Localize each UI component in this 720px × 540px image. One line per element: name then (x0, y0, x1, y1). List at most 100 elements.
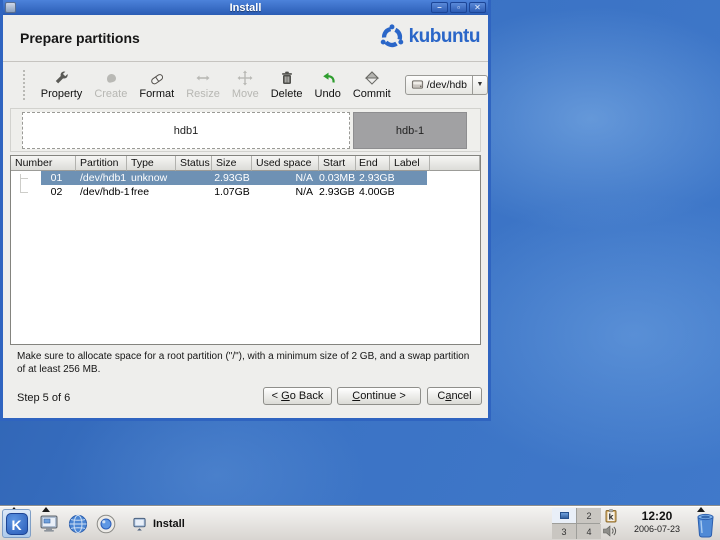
install-window: Install – ▫ ✕ Prepare partitions kubuntu… (0, 0, 491, 421)
toolbar: Property Create Format Resize Move Delet… (3, 63, 488, 106)
taskbar-task-install[interactable]: Install (126, 511, 191, 536)
globe-icon (68, 514, 87, 533)
trash-can-icon (697, 513, 714, 538)
page-title: Prepare partitions (20, 30, 140, 46)
cell-end: 2.93GB (359, 172, 395, 184)
install-task-icon (133, 517, 146, 531)
maximize-button[interactable]: ▫ (450, 2, 467, 13)
kubuntu-logo: kubuntu (379, 24, 481, 50)
cell-status (176, 171, 212, 185)
system-launcher[interactable] (36, 510, 63, 537)
task-label: Install (153, 517, 185, 530)
partition-segment-hdb1[interactable]: hdb1 (22, 112, 350, 149)
titlebar[interactable]: Install – ▫ ✕ (3, 0, 488, 15)
trash-icon (279, 70, 295, 87)
cell-status (176, 185, 212, 199)
minimize-button[interactable]: – (431, 2, 448, 13)
cell-size: 1.07GB (214, 186, 250, 198)
move-button[interactable]: Move (226, 69, 265, 101)
desktop: Install – ▫ ✕ Prepare partitions kubuntu… (0, 0, 720, 540)
disk-icon (411, 80, 423, 89)
window-title: Install (229, 1, 262, 14)
cell-partition: /dev/hdb-1 (80, 186, 130, 198)
delete-button[interactable]: Delete (265, 69, 309, 101)
commit-diamond-icon (364, 70, 380, 87)
cell-number: 02 (50, 186, 63, 198)
device-selector[interactable]: /dev/hdb ▼ (404, 74, 488, 95)
note-text: Make sure to allocate space for a root p… (17, 351, 470, 375)
step-indicator: Step 5 of 6 (17, 392, 71, 404)
partition-segment-label: hdb1 (173, 124, 199, 137)
create-icon (103, 70, 119, 87)
desktop-pager: 2 3 4 (552, 508, 601, 539)
kubuntu-wordmark: kubuntu (408, 26, 481, 47)
resize-button[interactable]: Resize (180, 69, 226, 101)
undo-button[interactable]: Undo (309, 69, 347, 101)
help-icon (96, 514, 115, 533)
cell-type: free (131, 186, 150, 198)
column-header-partition[interactable]: Partition (76, 156, 127, 171)
column-header-size[interactable]: Size (212, 156, 252, 171)
kmenu-button[interactable]: K (2, 509, 31, 538)
cell-partition: /dev/hdb1 (80, 172, 127, 184)
commit-button[interactable]: Commit (347, 69, 397, 101)
format-button[interactable]: Format (133, 69, 180, 101)
undo-arrow-icon (320, 70, 336, 87)
kmenu-icon: K (5, 512, 28, 535)
cell-used-space: N/A (295, 186, 313, 198)
create-button[interactable]: Create (88, 69, 133, 101)
property-button[interactable]: Property (35, 69, 89, 101)
wrench-icon (54, 70, 70, 87)
cell-label (390, 185, 430, 199)
partition-segment-label: hdb-1 (395, 124, 425, 137)
continue-button[interactable]: Continue > (337, 387, 421, 405)
partition-visual-bar: hdb1 hdb-1 (10, 108, 481, 152)
cell-type: unknow (131, 172, 168, 184)
column-header-type[interactable]: Type (127, 156, 176, 171)
eraser-icon (149, 70, 165, 87)
column-header-label[interactable]: Label (390, 156, 430, 171)
close-button[interactable]: ✕ (469, 2, 486, 13)
column-header-status[interactable]: Status (176, 156, 212, 171)
pager-desktop-1[interactable] (552, 508, 576, 523)
cell-label (390, 171, 430, 185)
clock-time: 12:20 (641, 509, 673, 523)
volume-tray-icon[interactable] (602, 524, 617, 540)
taskbar: K Install 2 3 4 k 12:20 2006-07-23 (0, 507, 720, 540)
resize-arrows-icon (195, 70, 211, 87)
system-icon (40, 515, 57, 532)
column-header-start[interactable]: Start (319, 156, 356, 171)
table-header: Number Partition Type Status Size Used s… (11, 156, 480, 171)
trash-applet[interactable] (695, 511, 716, 540)
cell-number: 01 (50, 172, 63, 184)
cell-used-space: N/A (295, 172, 313, 184)
column-header-filler (430, 156, 480, 171)
pager-desktop-3[interactable]: 3 (552, 524, 576, 539)
help-launcher[interactable] (92, 510, 119, 537)
clock[interactable]: 12:20 2006-07-23 (624, 509, 690, 534)
web-browser-launcher[interactable] (64, 510, 91, 537)
header-strip: Prepare partitions kubuntu (3, 15, 488, 62)
cell-size: 2.93GB (214, 172, 250, 184)
column-header-end[interactable]: End (356, 156, 390, 171)
cell-start: 0.03MB (319, 172, 356, 184)
go-back-button[interactable]: < Go Back (263, 387, 332, 405)
cell-start: 2.93GB (319, 186, 355, 198)
column-header-used-space[interactable]: Used space (252, 156, 319, 171)
partition-segment-hdb-1[interactable]: hdb-1 (353, 112, 467, 149)
table-row-hdb1[interactable]: 01 /dev/hdb1 unknow 2.93GB N/A 0.03MB 2.… (11, 171, 480, 185)
device-selector-arrow[interactable]: ▼ (472, 75, 487, 94)
toolbar-drag-handle[interactable] (23, 69, 27, 100)
cell-end: 4.00GB (359, 186, 395, 198)
move-arrows-icon (237, 70, 253, 87)
clock-date: 2006-07-23 (633, 524, 681, 534)
kubuntu-logo-icon (380, 24, 403, 48)
column-header-number[interactable]: Number (11, 156, 76, 171)
pager-desktop-2[interactable]: 2 (577, 508, 601, 523)
pager-window-thumb (559, 512, 569, 519)
partition-table: Number Partition Type Status Size Used s… (10, 155, 481, 345)
pager-desktop-4[interactable]: 4 (577, 524, 601, 539)
table-row-hdb-1[interactable]: 02 /dev/hdb-1 free 1.07GB N/A 2.93GB 4.0… (11, 185, 480, 199)
cancel-button[interactable]: Cancel (427, 387, 482, 405)
device-selector-value: /dev/hdb (426, 78, 467, 91)
